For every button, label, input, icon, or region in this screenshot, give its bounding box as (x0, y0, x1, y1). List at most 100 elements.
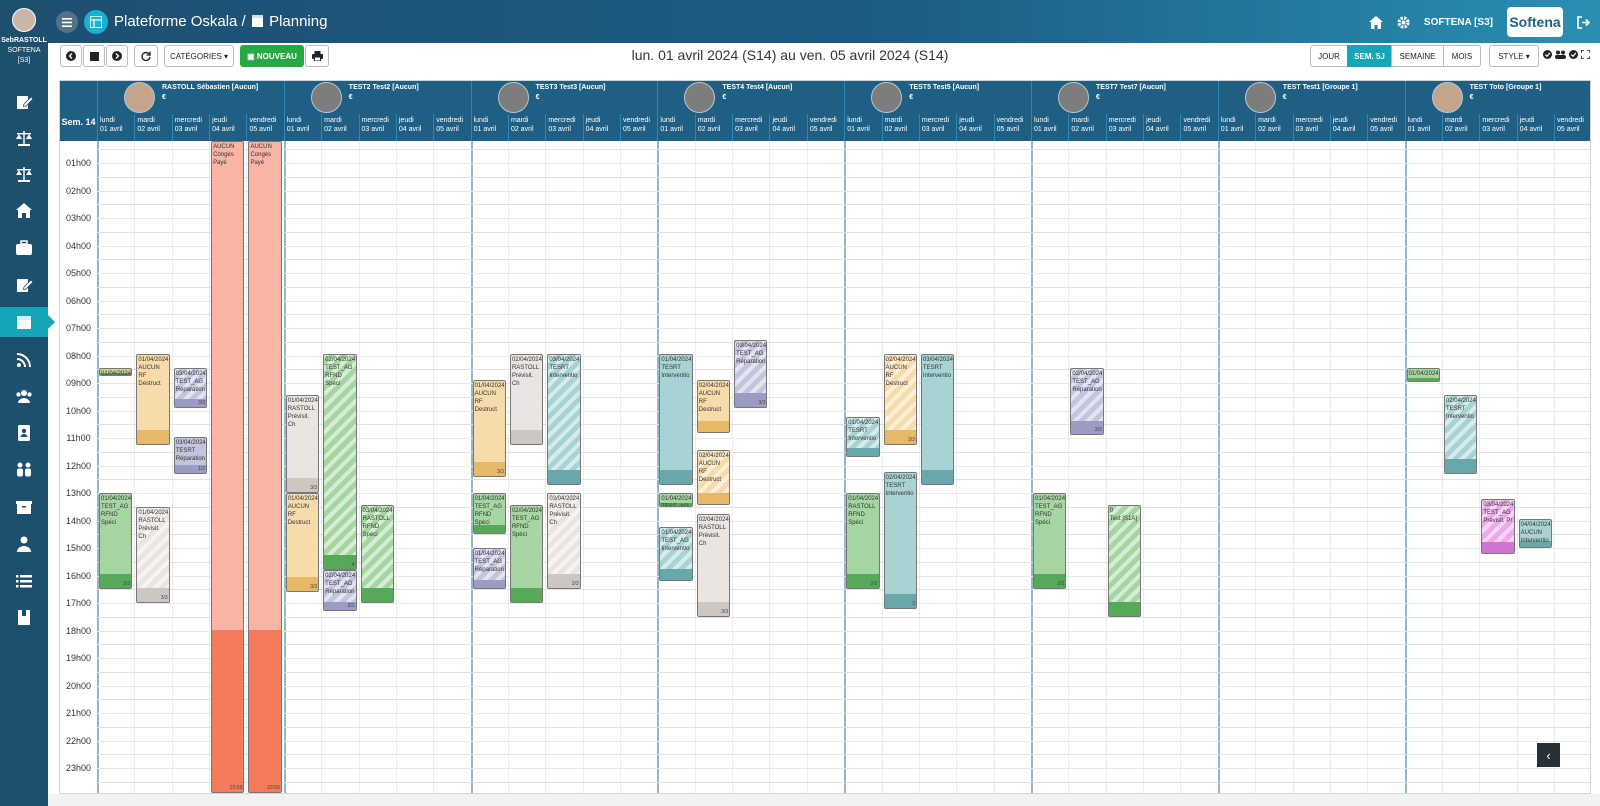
day-header[interactable]: lundi 01 avril (1217, 114, 1256, 141)
categories-dropdown[interactable]: CATÉGORIES ▾ (164, 45, 234, 67)
day-header[interactable]: lundi 01 avril (844, 114, 882, 141)
day-header[interactable]: lundi 01 avril (470, 114, 508, 141)
logout-icon[interactable] (1577, 15, 1590, 29)
view-jour-button[interactable]: JOUR (1310, 45, 1348, 67)
planning-event[interactable]: 03/04/2024 TEST_AG Prévisit. Pr (1481, 498, 1515, 554)
planning-event[interactable]: 03/04/2024 TESRT Réparation 1/2 (173, 436, 208, 474)
planning-event[interactable]: 01/04/2024 AUCUN RF Destruct 3/3 (285, 493, 320, 592)
day-header[interactable]: mercredi 03 avril (1292, 114, 1330, 141)
planning-event[interactable]: 02/04/2024 TEST_AG RFND Spéci (509, 505, 544, 603)
planning-event[interactable]: 03/04/2024 TESRT Interventio (547, 354, 581, 485)
day-header[interactable]: vendredi 05 avril (1554, 114, 1590, 141)
person-header[interactable]: TEST3 Test3 [Aucun] € (470, 81, 658, 114)
day-header[interactable]: vendredi 05 avril (993, 114, 1031, 141)
day-header[interactable]: mardi 02 avril (694, 114, 733, 141)
planning-event[interactable]: 03/04/2024 RASTOLL RFND Spéci (360, 505, 394, 603)
nav-item-person[interactable] (0, 529, 48, 559)
refresh-button[interactable] (134, 45, 158, 67)
planning-event[interactable]: 0 Test [S1A] (1107, 505, 1142, 617)
planning-event[interactable]: 01/04/2024 TEST_AG (659, 493, 693, 507)
day-header[interactable]: mercredi 03 avril (918, 114, 957, 141)
check-circle-icon[interactable] (1569, 50, 1578, 59)
day-header[interactable]: vendredi 05 avril (433, 114, 471, 141)
planning-event[interactable]: AUCUN Congès Payé 23:59 (248, 141, 282, 793)
nav-item-edit[interactable] (0, 87, 48, 117)
day-header[interactable]: jeudi 04 avril (582, 114, 621, 141)
nav-item-group[interactable] (0, 455, 48, 485)
planning-event[interactable]: 02/04/2024 TESRT Interventio 3 (883, 472, 917, 609)
day-header[interactable]: lundi 01 avril (283, 114, 322, 141)
person-header[interactable]: TEST2 Test2 [Aucun] € (283, 81, 471, 114)
day-header[interactable]: lundi 01 avril (657, 114, 695, 141)
nav-item-balance[interactable] (0, 159, 48, 189)
nav-item-contact[interactable] (0, 418, 48, 448)
day-header[interactable]: jeudi 04 avril (1329, 114, 1368, 141)
nav-item-rss[interactable] (0, 345, 48, 375)
app-grid-icon[interactable] (84, 10, 108, 34)
person-header[interactable]: TEST7 Test7 [Aucun] € (1031, 81, 1218, 114)
planning-event[interactable]: 02/04/2024 TEST_AG Réparation 3/3 (1070, 367, 1104, 436)
next-button[interactable] (106, 45, 128, 67)
planning-event[interactable]: 03/04/2024 RASTOLL Prévisit. Ch 3/3 (547, 493, 581, 590)
planning-event[interactable]: 01/04/2024 TEST_AG Interventio (659, 527, 693, 581)
day-header[interactable]: vendredi 05 avril (1180, 114, 1218, 141)
day-header[interactable]: vendredi 05 avril (806, 114, 845, 141)
day-header[interactable]: mercredi 03 avril (358, 114, 396, 141)
users-icon[interactable] (1555, 50, 1566, 59)
day-header[interactable]: mardi 02 avril (1255, 114, 1293, 141)
nav-item-users[interactable] (0, 381, 48, 411)
day-header[interactable]: mercredi 03 avril (732, 114, 770, 141)
planning-event[interactable]: 01/04/2024 TEST_AG RFND Spéci 2/2 (1033, 493, 1067, 590)
planning-event[interactable]: AUCUN Congès Payé 23:59 (211, 141, 245, 793)
planning-event[interactable]: 02/04/2024 AUCUN RF Destruct (696, 380, 731, 433)
planning-event[interactable]: 01/04/2024 RASTOLL RFND Spéci 2/2 (846, 493, 880, 590)
new-button[interactable]: ▣ NOUVEAU (240, 45, 304, 67)
check-circle-icon[interactable] (1543, 50, 1552, 59)
planning-event[interactable]: 01/04/2024 (1406, 367, 1440, 382)
day-header[interactable]: mardi 02 avril (321, 114, 359, 141)
prev-button[interactable] (60, 45, 82, 67)
planning-event[interactable]: 01/04/2024 AUCUN RF Destruct 3/3 (472, 380, 506, 477)
person-header[interactable]: TEST Toto [Groupe 1] € (1404, 81, 1590, 114)
day-header[interactable]: mercredi 03 avril (1479, 114, 1517, 141)
person-header[interactable]: TEST4 Test4 [Aucun] € (657, 81, 845, 114)
day-header[interactable]: mercredi 03 avril (1105, 114, 1144, 141)
user-block[interactable]: SebRASTOLL SOFTENA [S3] (0, 8, 48, 66)
day-header[interactable]: mardi 02 avril (1068, 114, 1106, 141)
nav-item-briefcase[interactable] (0, 233, 48, 263)
print-button[interactable] (305, 45, 329, 67)
planning-event[interactable]: 01/04/2024 TEST_AG RFND Spéci (472, 493, 506, 535)
day-header[interactable]: vendredi 05 avril (620, 114, 658, 141)
day-header[interactable]: jeudi 04 avril (1516, 114, 1555, 141)
nav-item-book[interactable] (0, 603, 48, 633)
collapse-panel-button[interactable]: ‹ (1537, 743, 1560, 767)
planning-event[interactable]: 02/04/2024 AUCUN RF Destruct 3/3 (883, 354, 917, 445)
day-header[interactable]: lundi 01 avril (1031, 114, 1069, 141)
nav-item-edit[interactable] (0, 270, 48, 300)
day-header[interactable]: mercredi 03 avril (545, 114, 583, 141)
user-avatar[interactable] (12, 8, 36, 32)
nav-item-balance[interactable] (0, 123, 48, 153)
planning-event[interactable]: 02/04/2024 TEST_AG RFND Spéci 4 (323, 354, 357, 570)
day-header[interactable]: jeudi 04 avril (956, 114, 994, 141)
day-header[interactable]: mardi 02 avril (881, 114, 919, 141)
planning-event[interactable]: 01/04/2024 TEST_AG RFND Spéci 2/2 (99, 493, 133, 590)
menu-toggle-button[interactable] (56, 11, 78, 33)
day-header[interactable]: mercredi 03 avril (171, 114, 210, 141)
planning-event[interactable]: 03/04/2024 TESRT Interventio (920, 354, 955, 485)
planning-event[interactable]: 01/04/2024 (99, 367, 133, 377)
day-header[interactable]: jeudi 04 avril (209, 114, 247, 141)
nav-item-home[interactable] (0, 196, 48, 226)
fullscreen-icon[interactable] (1581, 50, 1590, 59)
day-header[interactable]: vendredi 05 avril (1367, 114, 1405, 141)
planning-event[interactable]: 04/04/2024 AUCUN Interventio (1518, 519, 1553, 548)
day-header[interactable]: vendredi 05 avril (246, 114, 284, 141)
planning-event[interactable]: 02/04/2024 RASTOLL Prévisit. Ch (509, 354, 544, 445)
day-header[interactable]: lundi 01 avril (1404, 114, 1442, 141)
person-header[interactable]: RASTOLL Sébastien [Aucun] € (97, 81, 284, 114)
planning-event[interactable]: 02/04/2024 AUCUN RF Destruct (696, 450, 731, 506)
person-header[interactable]: TEST5 Test5 [Aucun] € (844, 81, 1031, 114)
nav-item-list[interactable] (0, 566, 48, 596)
view-semaine-button[interactable]: SEMAINE (1391, 45, 1444, 67)
nav-item-box[interactable] (0, 492, 48, 522)
